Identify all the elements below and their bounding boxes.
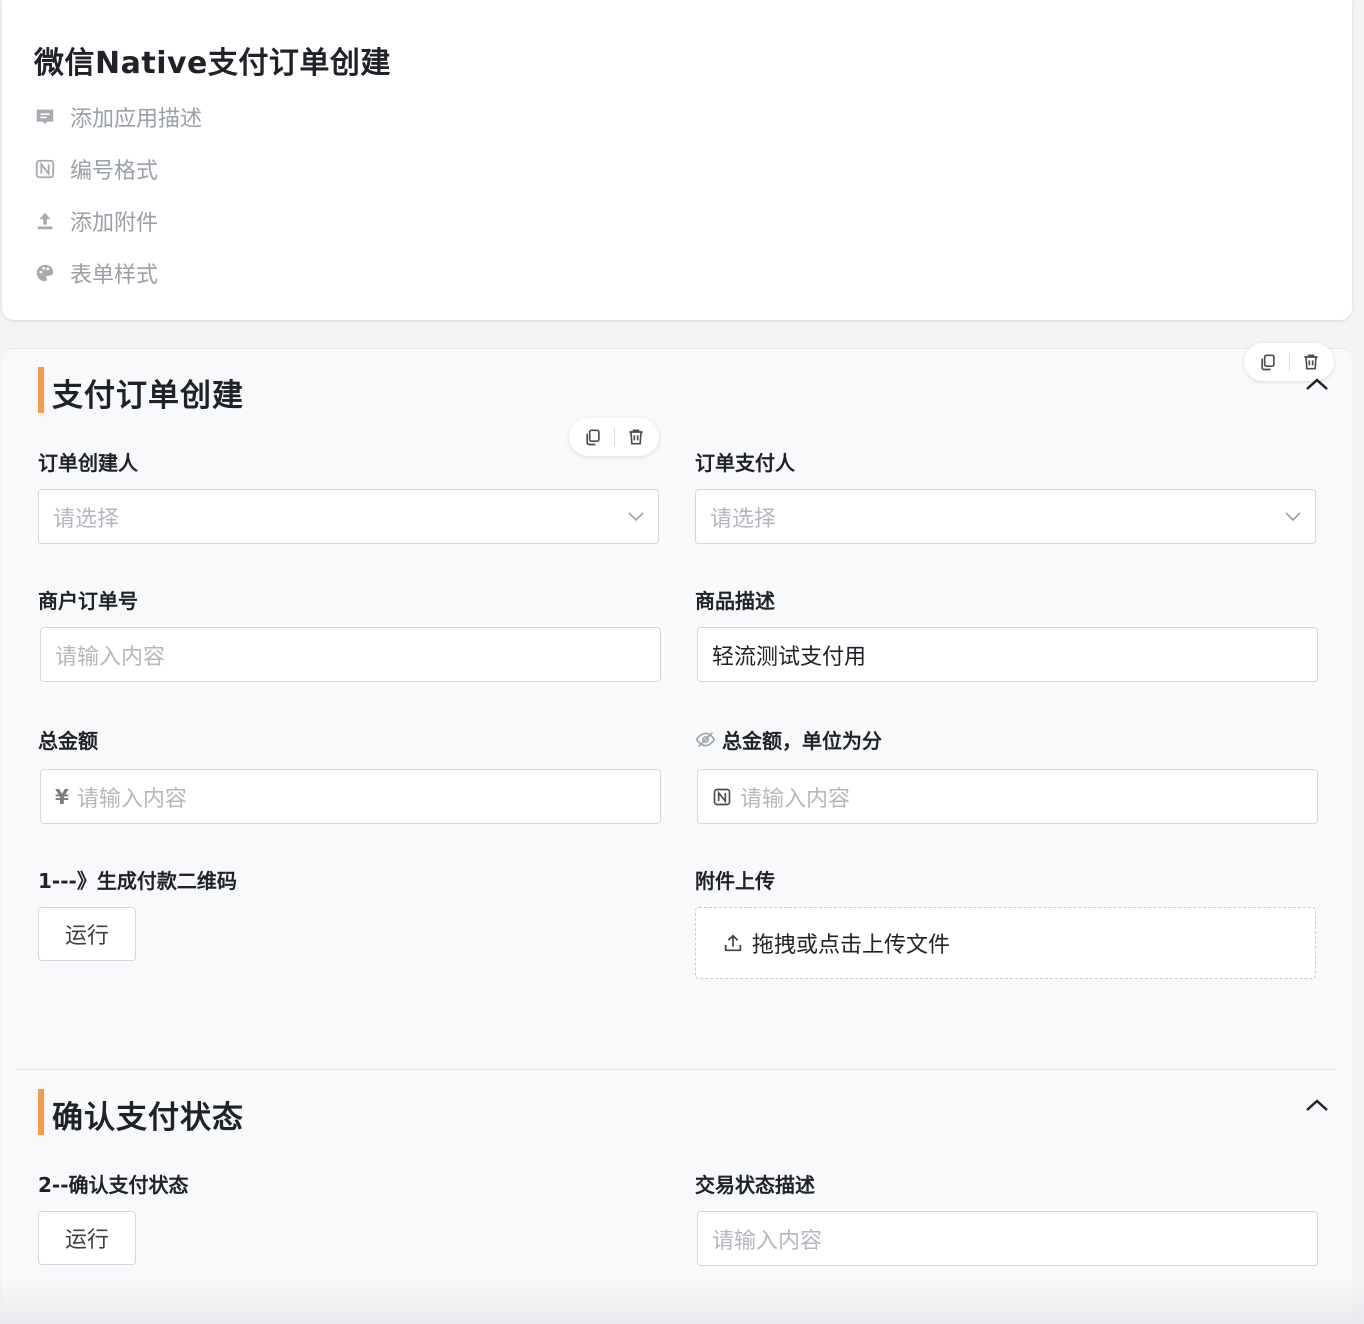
chevron-up-icon[interactable] <box>1303 374 1331 394</box>
confirm-status-label: 2--确认支付状态 <box>38 1173 189 1197</box>
section-title-payment-order[interactable]: 支付订单创建 <box>52 370 244 415</box>
meta-item-label: 添加应用描述 <box>70 107 203 132</box>
chevron-down-icon <box>628 512 644 522</box>
palette-icon <box>36 264 54 282</box>
app-title[interactable]: 微信Native支付订单创建 <box>34 38 391 82</box>
total-amount-input[interactable]: ¥ 请输入内容 <box>40 769 661 824</box>
form-style-item[interactable]: 表单样式 <box>34 258 158 288</box>
order-payer-select[interactable]: 请选择 <box>695 489 1316 544</box>
number-format-item[interactable]: 编号格式 <box>34 154 158 184</box>
add-attachment-item[interactable]: 添加附件 <box>34 206 158 236</box>
number-format-icon <box>713 788 731 805</box>
number-prefix <box>712 787 732 807</box>
meta-item-label: 表单样式 <box>70 263 159 288</box>
order-payer-label: 订单支付人 <box>695 451 795 475</box>
select-placeholder: 请选择 <box>53 506 120 532</box>
trade-state-desc-label: 交易状态描述 <box>695 1173 815 1197</box>
input-placeholder: 请输入内容 <box>740 786 851 812</box>
order-creator-label: 订单创建人 <box>38 451 138 475</box>
order-creator-select[interactable]: 请选择 <box>38 489 659 544</box>
meta-item-label: 添加附件 <box>70 211 159 236</box>
total-amount-fen-label-group: 总金额，单位为分 <box>695 725 882 754</box>
input-placeholder: 请输入内容 <box>55 644 166 670</box>
chevron-down-icon <box>1285 512 1301 522</box>
trade-state-desc-input[interactable]: 请输入内容 <box>697 1211 1318 1266</box>
confirm-status-run-button[interactable]: 运行 <box>38 1211 136 1265</box>
section-title-confirm-status[interactable]: 确认支付状态 <box>52 1092 244 1137</box>
select-placeholder: 请选择 <box>710 506 777 532</box>
copy-icon[interactable] <box>1258 352 1278 372</box>
upload-text: 拖拽或点击上传文件 <box>752 933 951 958</box>
attachment-label: 附件上传 <box>695 869 775 893</box>
total-amount-label: 总金额 <box>38 729 98 753</box>
currency-prefix: ¥ <box>55 784 69 809</box>
product-desc-input[interactable]: 轻流测试支付用 <box>697 627 1318 682</box>
add-description-item[interactable]: 添加应用描述 <box>34 102 202 132</box>
attachment-upload-zone[interactable]: 拖拽或点击上传文件 <box>695 907 1316 979</box>
eye-hidden-icon <box>695 731 716 748</box>
copy-icon[interactable] <box>583 427 603 447</box>
number-format-icon <box>35 159 55 179</box>
section-divider <box>16 1069 1338 1070</box>
app-header-card: 微信Native支付订单创建 添加应用描述 编号格式 添加附件 表单样式 <box>2 0 1352 320</box>
comment-icon <box>36 109 54 125</box>
field-toolbar <box>569 418 659 456</box>
input-placeholder: 请输入内容 <box>76 786 187 812</box>
gen-qr-run-button[interactable]: 运行 <box>38 907 136 961</box>
upload-icon <box>37 212 53 230</box>
bottom-fade <box>0 1280 1364 1324</box>
section-accent-bar <box>38 367 44 413</box>
chevron-up-icon[interactable] <box>1303 1095 1331 1115</box>
merchant-order-no-label: 商户订单号 <box>38 589 138 613</box>
section-accent-bar <box>38 1089 44 1135</box>
trash-icon[interactable] <box>1301 352 1321 372</box>
trash-icon[interactable] <box>626 427 646 447</box>
total-amount-fen-input[interactable]: 请输入内容 <box>697 769 1318 824</box>
input-placeholder: 请输入内容 <box>712 1228 823 1254</box>
gen-qr-label: 1---》生成付款二维码 <box>38 869 237 893</box>
meta-item-label: 编号格式 <box>70 159 159 184</box>
upload-icon <box>724 934 742 952</box>
toolbar-separator <box>613 428 615 446</box>
total-amount-fen-label: 总金额，单位为分 <box>722 729 882 753</box>
product-desc-label: 商品描述 <box>695 589 775 613</box>
toolbar-separator <box>1288 353 1290 371</box>
input-value: 轻流测试支付用 <box>712 644 867 670</box>
merchant-order-no-input[interactable]: 请输入内容 <box>40 627 661 682</box>
